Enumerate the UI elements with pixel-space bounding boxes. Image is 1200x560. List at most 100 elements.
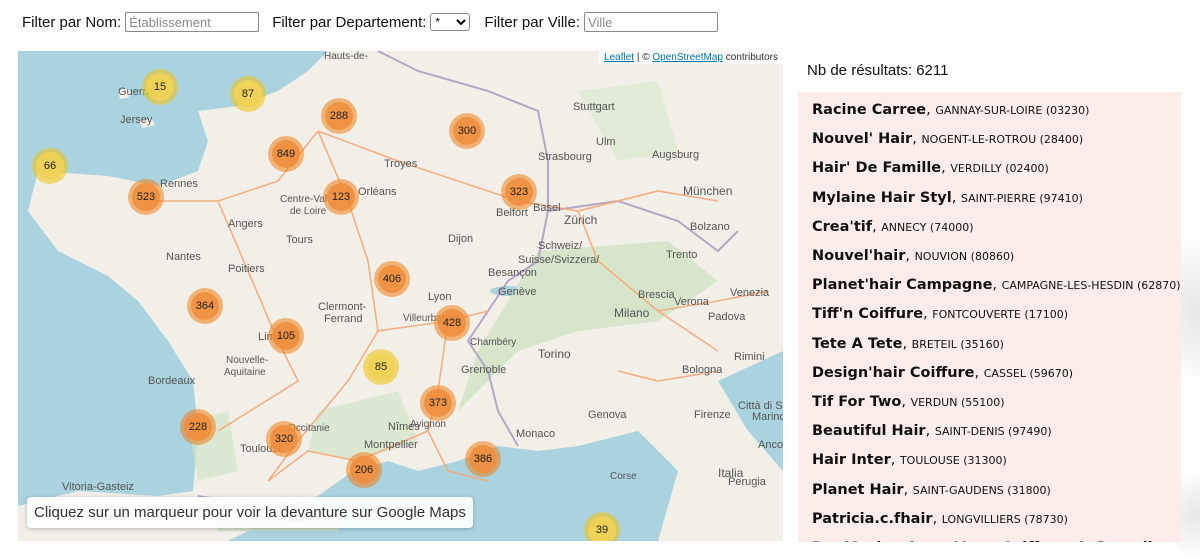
result-location: BRETEIL (35160) [911, 337, 1004, 351]
cluster-marker[interactable]: 39 [584, 512, 620, 541]
result-name: De Meche Avec Vero Coiffure A Domcile [812, 540, 1162, 542]
result-item[interactable]: Planet'hair Campagne, CAMPAGNE-LES-HESDI… [812, 270, 1181, 299]
cluster-marker[interactable]: 300 [449, 113, 485, 149]
cluster-count: 428 [438, 309, 466, 337]
cluster-marker[interactable]: 85 [363, 349, 399, 385]
cluster-marker[interactable]: 386 [465, 441, 501, 477]
leaflet-link[interactable]: Leaflet [604, 52, 634, 63]
place-label-ulm: Ulm [596, 136, 616, 148]
place-label-jersey: Jersey [120, 114, 153, 126]
cluster-marker[interactable]: 15 [142, 69, 178, 105]
result-item[interactable]: Mylaine Hair Styl, SAINT-PIERRE (97410) [812, 183, 1167, 212]
result-name: Planet'hair Campagne [812, 277, 993, 294]
place-label-perugia: Perugia [728, 476, 766, 488]
result-item[interactable]: Planet Hair, SAINT-GAUDENS (31800) [812, 475, 1167, 504]
name-filter-label: Filter par Nom: [22, 13, 122, 31]
result-name: Planet Hair [812, 481, 904, 498]
city-filter-input[interactable] [584, 12, 719, 32]
cluster-marker[interactable]: 523 [128, 179, 164, 215]
cluster-marker[interactable]: 428 [434, 305, 470, 341]
cluster-count: 364 [191, 292, 219, 320]
place-label-tours: Tours [286, 234, 313, 246]
place-label-bologna: Bologna [682, 364, 723, 376]
place-label-basel: Basel [533, 202, 561, 214]
result-name: Hair' De Famille [812, 160, 942, 177]
result-item[interactable]: Hair' De Famille, VERDILLY (02400) [812, 153, 1167, 182]
result-item[interactable]: Tete A Tete, BRETEIL (35160) [812, 329, 1167, 358]
cluster-count: 386 [469, 445, 497, 473]
cluster-count: 123 [327, 183, 355, 211]
place-label-augsburg: Augsburg [652, 149, 700, 161]
result-name: Patricia.c.fhair [812, 510, 933, 527]
place-label-schweiz: Schweiz/ [538, 240, 583, 252]
openstreetmap-link[interactable]: OpenStreetMap [652, 52, 723, 63]
result-location: GANNAY-SUR-LOIRE (03230) [935, 104, 1090, 117]
place-label-padova: Padova [708, 311, 746, 323]
result-location: CASSEL (59670) [983, 366, 1074, 380]
result-location: SAINT-GAUDENS (31800) [912, 483, 1051, 497]
result-item[interactable]: Racine Carree, GANNAY-SUR-LOIRE (03230) [812, 95, 1167, 124]
place-label-trento: Trento [666, 249, 698, 261]
result-location: TOULOUSE (31300) [899, 454, 1007, 468]
result-item[interactable]: Beautiful Hair, SAINT-DENIS (97490) [812, 416, 1167, 445]
cluster-marker[interactable]: 406 [374, 261, 410, 297]
place-label-firenze: Firenze [694, 409, 731, 421]
place-label-geneve: Genève [498, 286, 537, 298]
map-view[interactable]: GuernseyJerseyHauts-de-RennesAngersTours… [18, 51, 783, 541]
place-label-poitiers: Poitiers [228, 263, 265, 275]
result-name: Hair Inter [812, 452, 891, 469]
result-item[interactable]: Nouvel' Hair, NOGENT-LE-ROTROU (28400) [812, 124, 1167, 153]
results-list: Racine Carree, GANNAY-SUR-LOIRE (03230) N… [798, 92, 1181, 542]
result-item[interactable]: Design'hair Coiffure, CASSEL (59670) [812, 358, 1167, 387]
cluster-marker[interactable]: 123 [323, 179, 359, 215]
cluster-marker[interactable]: 323 [501, 174, 537, 210]
result-location: LONGVILLIERS (78730) [941, 512, 1068, 526]
cluster-count: 320 [270, 425, 298, 453]
result-location: SAINT-DENIS (97490) [934, 425, 1052, 439]
result-item[interactable]: Tif For Two, VERDUN (55100) [812, 387, 1167, 416]
result-item[interactable]: Patricia.c.fhair, LONGVILLIERS (78730) [812, 504, 1167, 533]
cluster-count: 85 [367, 353, 395, 381]
filter-bar: Filter par Nom: Filter par Departement: … [22, 11, 719, 33]
place-label-munchen: München [683, 184, 733, 198]
place-label-vitoria: Vitoria-Gasteiz [62, 481, 134, 493]
place-label-venezia: Venezia [730, 287, 770, 299]
cluster-count: 323 [505, 178, 533, 206]
cluster-count: 523 [132, 183, 160, 211]
cluster-count: 288 [325, 102, 353, 130]
cluster-count: 15 [146, 73, 174, 101]
cluster-count: 105 [272, 322, 300, 350]
result-location: NOUVION (80860) [914, 250, 1015, 264]
cluster-count: 849 [272, 140, 300, 168]
place-label-zurich: Zürich [564, 213, 598, 227]
result-item[interactable]: De Meche Avec Vero Coiffure A Domcile, S… [812, 533, 1167, 542]
cluster-marker[interactable]: 228 [180, 409, 216, 445]
place-label-ferrand: Ferrand [324, 313, 363, 325]
department-filter-select[interactable]: * [430, 13, 471, 31]
place-label-chambery: Chambéry [470, 337, 517, 348]
result-item[interactable]: Crea'tif, ANNECY (74000) [812, 212, 1167, 241]
cluster-count: 228 [184, 413, 212, 441]
name-filter-input[interactable] [125, 12, 260, 32]
cluster-count: 66 [36, 152, 64, 180]
cluster-marker[interactable]: 364 [187, 288, 223, 324]
result-item[interactable]: Nouvel'hair, NOUVION (80860) [812, 241, 1167, 270]
cluster-count: 87 [234, 80, 262, 108]
result-name: Crea'tif [812, 218, 873, 235]
result-item[interactable]: Hair Inter, TOULOUSE (31300) [812, 445, 1167, 474]
place-label-grenoble: Grenoble [461, 364, 507, 376]
place-label-nouvelle: Nouvelle- [226, 355, 269, 366]
place-label-stuttgart: Stuttgart [573, 101, 615, 113]
result-name: Nouvel' Hair [812, 131, 913, 148]
cluster-marker[interactable]: 373 [420, 385, 456, 421]
cluster-marker[interactable]: 66 [32, 148, 68, 184]
cluster-marker[interactable]: 288 [321, 98, 357, 134]
cluster-marker[interactable]: 320 [266, 421, 302, 457]
cluster-marker[interactable]: 105 [268, 318, 304, 354]
place-label-nantes: Nantes [166, 251, 201, 263]
cluster-marker[interactable]: 849 [268, 136, 304, 172]
cluster-marker[interactable]: 206 [346, 452, 382, 488]
cluster-marker[interactable]: 87 [230, 76, 266, 112]
cluster-count: 39 [588, 516, 616, 541]
result-item[interactable]: Tiff'n Coiffure, FONTCOUVERTE (17100) [812, 299, 1167, 328]
